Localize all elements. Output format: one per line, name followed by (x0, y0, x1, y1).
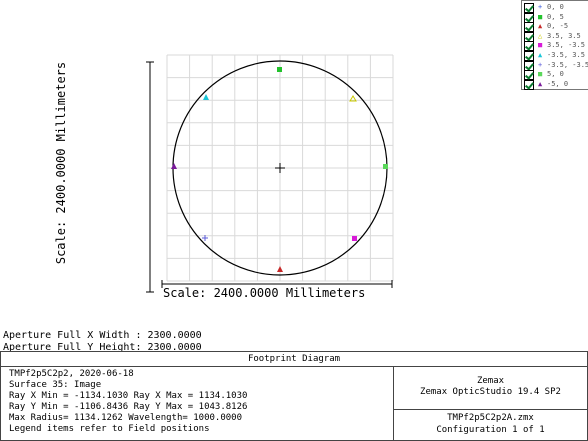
footprint-info-panel: Footprint Diagram TMPf2p5C2p2, 2020-06-1… (0, 351, 588, 441)
legend-symbol-icon: ■ (538, 70, 543, 79)
legend-item[interactable]: ■ 5, 0 (524, 70, 588, 81)
legend-symbol-icon: ■ (538, 41, 543, 50)
legend-item[interactable]: △ 3.5, 3.5 (524, 31, 588, 42)
legend-checkbox[interactable] (524, 12, 534, 23)
legend-checkbox[interactable] (524, 31, 534, 42)
footer-software-info: Zemax Zemax OpticStudio 19.4 SP2 (394, 367, 587, 410)
vertical-scale-label: Scale: 2400.0000 Millimeters (54, 61, 68, 265)
footer-line-6: Legend items refer to Field positions (9, 424, 210, 434)
footer-title: Footprint Diagram (1, 352, 587, 367)
footer-line-4: Ray Y Min = -1106.8436 Ray Y Max = 1043.… (9, 402, 248, 412)
legend-symbol-icon: ▲ (538, 51, 543, 59)
legend-item[interactable]: +0, 0 (524, 3, 588, 13)
legend-label: 0, 0 (547, 3, 564, 11)
legend-checkbox[interactable] (524, 70, 534, 81)
footer-left-info: TMPf2p5C2p2, 2020-06-18 Surface 35: Imag… (1, 367, 394, 440)
marker-neg3p5-3p5 (203, 94, 209, 100)
legend-symbol-icon: ▲ (538, 79, 543, 88)
legend-checkbox[interactable] (524, 41, 534, 52)
legend-label: -5, 0 (547, 79, 569, 88)
footer-company: Zemax (476, 376, 505, 386)
legend-symbol-icon: △ (538, 31, 543, 40)
legend-checkbox[interactable] (524, 51, 534, 61)
legend-label: 0, 5 (547, 12, 564, 21)
legend-label: 3.5, 3.5 (547, 31, 581, 40)
horizontal-scale-label: Scale: 2400.0000 Millimeters (163, 286, 366, 300)
legend-item[interactable]: ▲ 0, -5 (524, 22, 588, 33)
legend-label: 5, 0 (547, 70, 564, 79)
legend-label: 3.5, -3.5 (547, 41, 585, 50)
legend-symbol-icon: ■ (538, 12, 543, 21)
marker-3p5-neg3p5 (352, 236, 357, 241)
footer-filename: TMPf2p5C2p2A.zmx (447, 413, 534, 423)
legend-item[interactable]: ▲ -3.5, 3.5 (524, 51, 588, 61)
footer-software: Zemax OpticStudio 19.4 SP2 (420, 387, 561, 397)
footer-line-2: Surface 35: Image (9, 380, 102, 390)
legend-symbol-icon: + (538, 60, 543, 69)
footer-line-1: TMPf2p5C2p2, 2020-06-18 (9, 369, 134, 379)
footer-file-info: TMPf2p5C2p2A.zmx Configuration 1 of 1 (394, 410, 587, 440)
legend-item[interactable]: + -3.5, -3.5 (524, 60, 588, 71)
legend-checkbox[interactable] (524, 3, 534, 13)
legend-symbol-icon: + (538, 3, 543, 11)
footer-configuration: Configuration 1 of 1 (436, 425, 545, 435)
marker-5-0 (383, 164, 388, 169)
legend-item[interactable]: ■ 0, 5 (524, 12, 588, 23)
legend-item[interactable]: ▲ -5, 0 (524, 79, 588, 90)
legend-label: -3.5, -3.5 (547, 60, 588, 69)
marker-0-5 (277, 67, 282, 72)
footer-line-5: Max Radius= 1134.1262 Wavelength= 1000.0… (9, 413, 242, 423)
legend-checkbox[interactable] (524, 22, 534, 33)
legend-label: -3.5, 3.5 (547, 51, 585, 59)
marker-0-neg5 (277, 266, 283, 272)
legend-checkbox[interactable] (524, 79, 534, 90)
legend-checkbox[interactable] (524, 60, 534, 71)
legend-symbol-icon: ▲ (538, 22, 543, 31)
marker-neg5-0 (171, 163, 177, 169)
legend-label: 0, -5 (547, 22, 569, 31)
legend-item[interactable]: ■ 3.5, -3.5 (524, 41, 588, 52)
field-legend: +0, 0 ■ 0, 5 ▲ 0, -5 △ 3.5, 3.5 ■ 3.5, -3.5 ▲ -3.5… (521, 0, 588, 90)
footer-line-3: Ray X Min = -1134.1030 Ray X Max = 1134.… (9, 391, 248, 401)
aperture-x-width: Aperture Full X Width : 2300.0000 (3, 330, 202, 341)
